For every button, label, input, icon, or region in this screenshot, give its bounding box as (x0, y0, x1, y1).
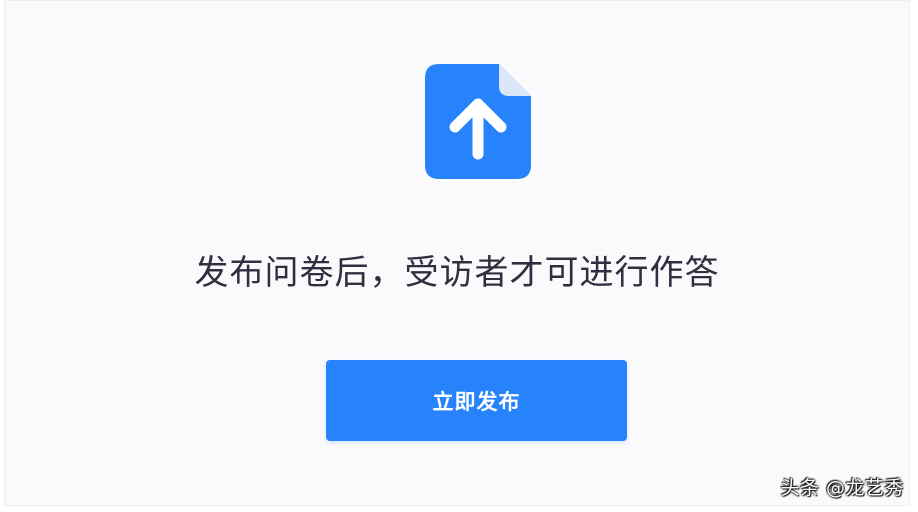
empty-state-panel: 发布问卷后，受访者才可进行作答 立即发布 (4, 0, 910, 506)
publish-hint-text: 发布问卷后，受访者才可进行作答 (194, 253, 720, 293)
publish-now-button[interactable]: 立即发布 (326, 360, 627, 441)
watermark-text: 头条 @龙艺秀 (780, 477, 904, 499)
file-upload-icon (425, 64, 531, 179)
